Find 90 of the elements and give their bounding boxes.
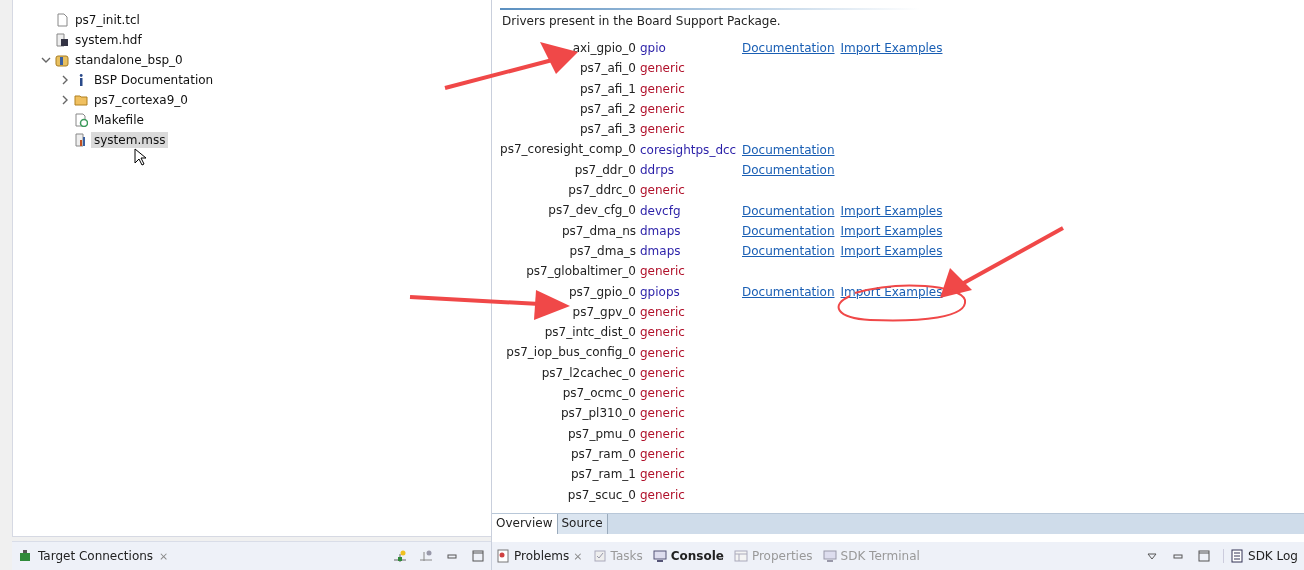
problems-icon — [496, 549, 510, 563]
tree-item[interactable]: standalone_bsp_0 — [72, 52, 186, 68]
disconnect-icon[interactable] — [419, 549, 433, 563]
driver-name: generic — [640, 426, 686, 441]
link[interactable]: Documentation — [742, 284, 835, 299]
instance-name: ps7_ocmc_0 — [561, 385, 636, 403]
driver-name: gpio — [640, 41, 667, 56]
maximize-icon[interactable] — [471, 549, 485, 563]
properties-icon — [733, 549, 748, 563]
instance-name: ps7_intc_dist_0 — [543, 324, 636, 342]
file-icon — [55, 13, 69, 27]
makefile-icon — [74, 113, 88, 127]
driver-name: generic — [640, 264, 686, 279]
instance-name: ps7_afi_0 — [578, 60, 636, 78]
view-tab[interactable]: Target Connections — [38, 549, 154, 563]
driver-name: ddrps — [640, 162, 676, 177]
driver-name: gpiops — [640, 284, 681, 299]
driver-name: generic — [640, 345, 686, 360]
instance-name: ps7_afi_1 — [578, 80, 636, 98]
tree-item[interactable]: Makefile — [91, 112, 147, 128]
link[interactable]: Import Examples — [840, 203, 943, 218]
driver-name: generic — [640, 122, 686, 137]
driver-name: generic — [640, 447, 686, 462]
instance-name: ps7_ram_0 — [569, 445, 636, 463]
instance-name: ps7_l2cachec_0 — [540, 364, 636, 382]
link[interactable]: Documentation — [742, 223, 835, 238]
package-icon — [55, 53, 69, 67]
driver-name: generic — [640, 61, 686, 76]
driver-name: generic — [640, 406, 686, 421]
editor-tab[interactable]: Overview — [492, 514, 558, 534]
instance-name: ps7_gpio_0 — [567, 283, 636, 301]
instance-name: ps7_afi_3 — [578, 121, 636, 139]
link[interactable]: Import Examples — [840, 41, 943, 56]
instance-name: ps7_dma_s — [568, 242, 636, 260]
driver-name: generic — [640, 305, 686, 319]
instance-name: ps7_iop_bus_config_0 — [505, 344, 636, 362]
driver-name: generic — [640, 487, 686, 502]
link[interactable]: Documentation — [742, 162, 835, 177]
link[interactable]: Documentation — [742, 244, 835, 259]
tree-item[interactable]: ps7_init.tcl — [72, 12, 143, 28]
instance-name: ps7_dma_ns — [560, 222, 636, 240]
driver-name: generic — [640, 467, 686, 482]
mouse-cursor-icon — [134, 148, 146, 166]
instance-name: ps7_pl310_0 — [560, 405, 636, 423]
driver-name: generic — [640, 325, 686, 340]
driver-name: dmaps — [640, 244, 682, 259]
instance-name: ps7_ddr_0 — [573, 161, 636, 179]
link[interactable]: Import Examples — [840, 223, 943, 238]
tree-item[interactable]: system.mss — [91, 132, 169, 148]
close-icon[interactable]: ⨯ — [573, 549, 583, 563]
driver-name: generic — [640, 81, 686, 96]
link[interactable]: Documentation — [742, 203, 835, 218]
view-tab[interactable]: Console — [670, 549, 724, 563]
instance-name: ps7_gpv_0 — [571, 303, 636, 321]
instance-name: axi_gpio_0 — [571, 40, 636, 57]
folder-icon — [74, 93, 88, 107]
maximize-icon[interactable] — [1197, 549, 1211, 563]
tree-item[interactable]: ps7_cortexa9_0 — [91, 92, 191, 108]
instance-name: ps7_coresight_comp_0 — [500, 141, 636, 159]
view-tab[interactable]: Problems — [514, 549, 570, 563]
tree-item[interactable]: BSP Documentation — [91, 72, 217, 88]
section-description: Drivers present in the Board Support Package. — [502, 14, 782, 28]
instance-name: ps7_scuc_0 — [566, 486, 636, 504]
link[interactable]: Documentation — [742, 142, 835, 157]
console-icon — [652, 549, 667, 563]
driver-name: generic — [640, 365, 686, 380]
driver-name: generic — [640, 386, 686, 401]
driver-name: coresightps_dcc — [640, 142, 736, 157]
board-icon — [18, 549, 32, 563]
log-icon — [1230, 549, 1244, 563]
instance-name: ps7_dev_cfg_0 — [547, 202, 636, 220]
new-connection-icon[interactable] — [393, 549, 407, 563]
instance-name: ps7_ram_1 — [569, 466, 636, 484]
terminal-icon — [822, 549, 837, 563]
editor-tab[interactable]: Source — [557, 514, 608, 534]
link[interactable]: Documentation — [742, 41, 835, 56]
instance-name: ps7_afi_2 — [578, 100, 636, 118]
chart-file-icon — [74, 133, 88, 147]
instance-name: ps7_globaltimer_0 — [525, 263, 636, 281]
driver-name: generic — [640, 102, 686, 117]
view-tab[interactable]: SDK Log — [1248, 549, 1298, 563]
driver-name: devcfg — [640, 203, 682, 218]
instance-name: ps7_pmu_0 — [566, 425, 636, 443]
link[interactable]: Import Examples — [840, 244, 943, 259]
tasks-icon — [592, 549, 607, 563]
instance-name: ps7_ddrc_0 — [567, 182, 636, 200]
tree-item[interactable]: system.hdf — [72, 32, 145, 48]
chip-file-icon — [55, 33, 69, 47]
driver-name: dmaps — [640, 223, 682, 238]
driver-name: generic — [640, 183, 686, 198]
